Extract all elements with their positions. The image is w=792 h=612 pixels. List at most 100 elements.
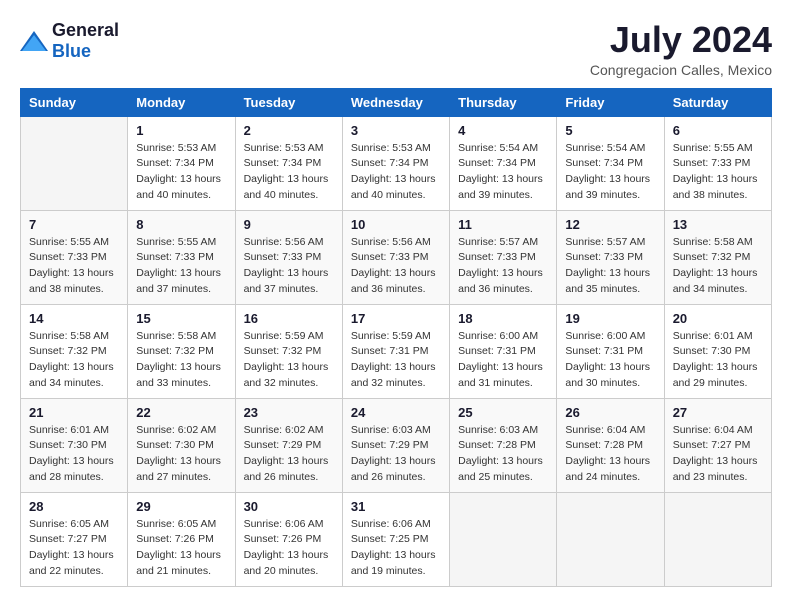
day-info: Sunrise: 5:55 AMSunset: 7:33 PMDaylight:… [29, 235, 119, 298]
day-info: Sunrise: 6:00 AMSunset: 7:31 PMDaylight:… [565, 329, 655, 392]
day-number: 11 [458, 217, 548, 232]
calendar-cell: 7 Sunrise: 5:55 AMSunset: 7:33 PMDaylight… [21, 210, 128, 304]
calendar-cell: 11 Sunrise: 5:57 AMSunset: 7:33 PMDayligh… [450, 210, 557, 304]
day-info: Sunrise: 5:53 AMSunset: 7:34 PMDaylight:… [136, 141, 226, 204]
weekday-header-row: SundayMondayTuesdayWednesdayThursdayFrid… [21, 88, 772, 116]
day-info: Sunrise: 6:04 AMSunset: 7:27 PMDaylight:… [673, 423, 763, 486]
calendar-cell: 19Sunrise: 6:00 AMSunset: 7:31 PMDayligh… [557, 304, 664, 398]
day-number: 1 [136, 123, 226, 138]
day-info: Sunrise: 6:05 AMSunset: 7:27 PMDaylight:… [29, 517, 119, 580]
location-subtitle: Congregacion Calles, Mexico [590, 62, 772, 78]
logo: General Blue [20, 20, 119, 62]
logo-icon [20, 31, 48, 51]
calendar-cell: 28Sunrise: 6:05 AMSunset: 7:27 PMDayligh… [21, 492, 128, 586]
calendar-cell: 10 Sunrise: 5:56 AMSunset: 7:33 PMDayligh… [342, 210, 449, 304]
day-number: 25 [458, 405, 548, 420]
day-number: 17 [351, 311, 441, 326]
logo-general-text: General [52, 20, 119, 40]
day-number: 12 [565, 217, 655, 232]
calendar-table: SundayMondayTuesdayWednesdayThursdayFrid… [20, 88, 772, 587]
calendar-cell: 20 Sunrise: 6:01 AMSunset: 7:30 PMDayligh… [664, 304, 771, 398]
day-info: Sunrise: 5:59 AMSunset: 7:31 PMDaylight:… [351, 329, 441, 392]
day-number: 21 [29, 405, 119, 420]
day-number: 24 [351, 405, 441, 420]
calendar-cell: 1 Sunrise: 5:53 AMSunset: 7:34 PMDaylight… [128, 116, 235, 210]
day-info: Sunrise: 6:01 AMSunset: 7:30 PMDaylight:… [673, 329, 763, 392]
calendar-cell [557, 492, 664, 586]
day-number: 15 [136, 311, 226, 326]
calendar-cell: 24 Sunrise: 6:03 AMSunset: 7:29 PMDayligh… [342, 398, 449, 492]
calendar-cell: 16Sunrise: 5:59 AMSunset: 7:32 PMDayligh… [235, 304, 342, 398]
day-number: 30 [244, 499, 334, 514]
day-info: Sunrise: 6:02 AMSunset: 7:30 PMDaylight:… [136, 423, 226, 486]
weekday-header-sunday: Sunday [21, 88, 128, 116]
week-row-4: 21 Sunrise: 6:01 AMSunset: 7:30 PMDayligh… [21, 398, 772, 492]
day-info: Sunrise: 5:59 AMSunset: 7:32 PMDaylight:… [244, 329, 334, 392]
calendar-cell: 26 Sunrise: 6:04 AMSunset: 7:28 PMDayligh… [557, 398, 664, 492]
day-info: Sunrise: 6:03 AMSunset: 7:29 PMDaylight:… [351, 423, 441, 486]
day-number: 2 [244, 123, 334, 138]
day-info: Sunrise: 5:56 AMSunset: 7:33 PMDaylight:… [244, 235, 334, 298]
weekday-header-thursday: Thursday [450, 88, 557, 116]
day-number: 4 [458, 123, 548, 138]
calendar-cell: 31 Sunrise: 6:06 AMSunset: 7:25 PMDayligh… [342, 492, 449, 586]
calendar-cell [450, 492, 557, 586]
day-info: Sunrise: 5:58 AMSunset: 7:32 PMDaylight:… [136, 329, 226, 392]
calendar-cell [21, 116, 128, 210]
day-number: 8 [136, 217, 226, 232]
calendar-cell: 22 Sunrise: 6:02 AMSunset: 7:30 PMDayligh… [128, 398, 235, 492]
day-info: Sunrise: 5:54 AMSunset: 7:34 PMDaylight:… [565, 141, 655, 204]
calendar-cell: 3 Sunrise: 5:53 AMSunset: 7:34 PMDaylight… [342, 116, 449, 210]
day-info: Sunrise: 5:55 AMSunset: 7:33 PMDaylight:… [673, 141, 763, 204]
calendar-cell: 13 Sunrise: 5:58 AMSunset: 7:32 PMDayligh… [664, 210, 771, 304]
logo-blue-text: Blue [52, 41, 91, 61]
day-info: Sunrise: 6:02 AMSunset: 7:29 PMDaylight:… [244, 423, 334, 486]
day-info: Sunrise: 5:55 AMSunset: 7:33 PMDaylight:… [136, 235, 226, 298]
weekday-header-tuesday: Tuesday [235, 88, 342, 116]
month-title: July 2024 [590, 20, 772, 60]
calendar-cell: 21 Sunrise: 6:01 AMSunset: 7:30 PMDayligh… [21, 398, 128, 492]
day-number: 13 [673, 217, 763, 232]
day-number: 10 [351, 217, 441, 232]
day-info: Sunrise: 5:53 AMSunset: 7:34 PMDaylight:… [351, 141, 441, 204]
day-number: 7 [29, 217, 119, 232]
calendar-cell: 8 Sunrise: 5:55 AMSunset: 7:33 PMDaylight… [128, 210, 235, 304]
day-number: 29 [136, 499, 226, 514]
calendar-cell: 25Sunrise: 6:03 AMSunset: 7:28 PMDayligh… [450, 398, 557, 492]
day-number: 23 [244, 405, 334, 420]
day-info: Sunrise: 5:53 AMSunset: 7:34 PMDaylight:… [244, 141, 334, 204]
day-info: Sunrise: 6:05 AMSunset: 7:26 PMDaylight:… [136, 517, 226, 580]
calendar-cell: 18Sunrise: 6:00 AMSunset: 7:31 PMDayligh… [450, 304, 557, 398]
day-info: Sunrise: 5:56 AMSunset: 7:33 PMDaylight:… [351, 235, 441, 298]
calendar-cell: 12Sunrise: 5:57 AMSunset: 7:33 PMDayligh… [557, 210, 664, 304]
weekday-header-friday: Friday [557, 88, 664, 116]
day-number: 22 [136, 405, 226, 420]
calendar-cell: 29 Sunrise: 6:05 AMSunset: 7:26 PMDayligh… [128, 492, 235, 586]
day-number: 31 [351, 499, 441, 514]
day-number: 26 [565, 405, 655, 420]
calendar-cell [664, 492, 771, 586]
calendar-cell: 2 Sunrise: 5:53 AMSunset: 7:34 PMDaylight… [235, 116, 342, 210]
week-row-1: 1 Sunrise: 5:53 AMSunset: 7:34 PMDaylight… [21, 116, 772, 210]
week-row-2: 7 Sunrise: 5:55 AMSunset: 7:33 PMDaylight… [21, 210, 772, 304]
day-info: Sunrise: 6:06 AMSunset: 7:25 PMDaylight:… [351, 517, 441, 580]
week-row-5: 28Sunrise: 6:05 AMSunset: 7:27 PMDayligh… [21, 492, 772, 586]
week-row-3: 14Sunrise: 5:58 AMSunset: 7:32 PMDayligh… [21, 304, 772, 398]
calendar-cell: 9 Sunrise: 5:56 AMSunset: 7:33 PMDaylight… [235, 210, 342, 304]
day-info: Sunrise: 5:57 AMSunset: 7:33 PMDaylight:… [458, 235, 548, 298]
weekday-header-saturday: Saturday [664, 88, 771, 116]
day-number: 3 [351, 123, 441, 138]
day-number: 9 [244, 217, 334, 232]
day-info: Sunrise: 5:58 AMSunset: 7:32 PMDaylight:… [673, 235, 763, 298]
title-section: July 2024 Congregacion Calles, Mexico [590, 20, 772, 78]
weekday-header-monday: Monday [128, 88, 235, 116]
day-info: Sunrise: 5:58 AMSunset: 7:32 PMDaylight:… [29, 329, 119, 392]
day-info: Sunrise: 6:01 AMSunset: 7:30 PMDaylight:… [29, 423, 119, 486]
calendar-cell: 17 Sunrise: 5:59 AMSunset: 7:31 PMDayligh… [342, 304, 449, 398]
calendar-cell: 30Sunrise: 6:06 AMSunset: 7:26 PMDayligh… [235, 492, 342, 586]
day-info: Sunrise: 6:04 AMSunset: 7:28 PMDaylight:… [565, 423, 655, 486]
day-number: 27 [673, 405, 763, 420]
calendar-cell: 23 Sunrise: 6:02 AMSunset: 7:29 PMDayligh… [235, 398, 342, 492]
calendar-cell: 27 Sunrise: 6:04 AMSunset: 7:27 PMDayligh… [664, 398, 771, 492]
day-number: 20 [673, 311, 763, 326]
